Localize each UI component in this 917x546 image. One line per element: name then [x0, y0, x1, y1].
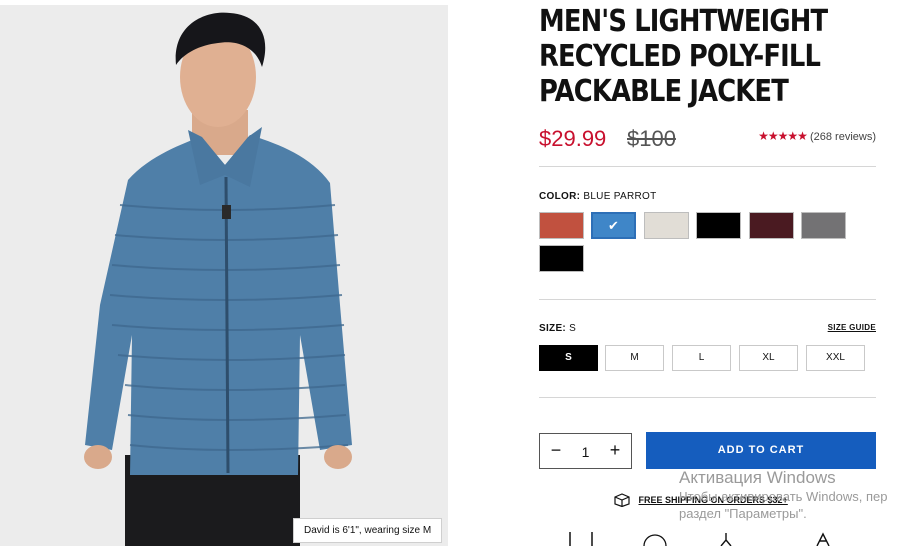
color-swatch-gray[interactable] [801, 212, 846, 239]
star-rating-icon: ★★★★★ [758, 129, 808, 143]
feature-icon [816, 532, 830, 546]
color-swatch-black-2[interactable] [539, 245, 584, 272]
price-row: $29.99 $100 ★★★★★ (268 reviews) [539, 126, 876, 154]
rating-summary[interactable]: ★★★★★ (268 reviews) [758, 129, 876, 143]
watermark-line: раздел "Параметры". [679, 506, 807, 521]
size-option-l[interactable]: L [672, 345, 731, 371]
feature-icon [720, 533, 732, 546]
feature-icon [643, 534, 667, 546]
quantity-stepper: − 1 + [539, 433, 632, 469]
divider [539, 397, 876, 398]
size-option-s[interactable]: S [539, 345, 598, 371]
product-title: MEN'S LIGHTWEIGHT RECYCLED POLY-FILL PAC… [539, 4, 849, 109]
title-line: RECYCLED POLY-FILL [539, 39, 821, 74]
quantity-value[interactable]: 1 [570, 434, 601, 468]
add-to-cart-button[interactable]: ADD TO CART [646, 432, 876, 469]
selected-color-name: BLUE PARROT [583, 191, 657, 202]
divider [539, 166, 876, 167]
model-illustration [84, 12, 352, 546]
title-line: MEN'S LIGHTWEIGHT [539, 4, 828, 39]
model-size-caption: David is 6'1", wearing size M [293, 518, 443, 543]
size-option-m[interactable]: M [605, 345, 664, 371]
free-shipping-text: FREE SHIPPING ON ORDERS $32+ [638, 495, 788, 505]
free-shipping-link[interactable]: FREE SHIPPING ON ORDERS $32+ [613, 493, 788, 507]
size-option-xl[interactable]: XL [739, 345, 798, 371]
color-swatch-rust[interactable] [539, 212, 584, 239]
divider [539, 299, 876, 300]
size-label: SIZE: S [539, 323, 577, 334]
color-label: COLOR: BLUE PARROT [539, 191, 657, 202]
size-option-xxl[interactable]: XXL [806, 345, 865, 371]
quantity-increase-button[interactable]: + [601, 434, 629, 468]
color-swatch-blue-parrot[interactable]: ✔ [591, 212, 636, 239]
color-swatch-burgundy[interactable] [749, 212, 794, 239]
package-icon [614, 493, 630, 507]
checkmark-icon: ✔ [608, 218, 619, 233]
quantity-decrease-button[interactable]: − [542, 434, 570, 468]
feature-icon [569, 532, 593, 546]
watermark-title: Активация Windows [679, 468, 836, 487]
original-price: $100 [627, 126, 676, 151]
title-line: PACKABLE JACKET [539, 74, 789, 109]
color-swatch-black[interactable] [696, 212, 741, 239]
color-swatch-cream[interactable] [644, 212, 689, 239]
size-guide-link[interactable]: SIZE GUIDE [828, 323, 876, 332]
sale-price: $29.99 [539, 126, 607, 151]
product-image[interactable]: David is 6'1", wearing size M [0, 5, 448, 546]
selected-size: S [569, 323, 577, 334]
product-page: David is 6'1", wearing size M MEN'S LIGH… [0, 0, 917, 546]
review-count-link[interactable]: (268 reviews) [810, 131, 876, 143]
